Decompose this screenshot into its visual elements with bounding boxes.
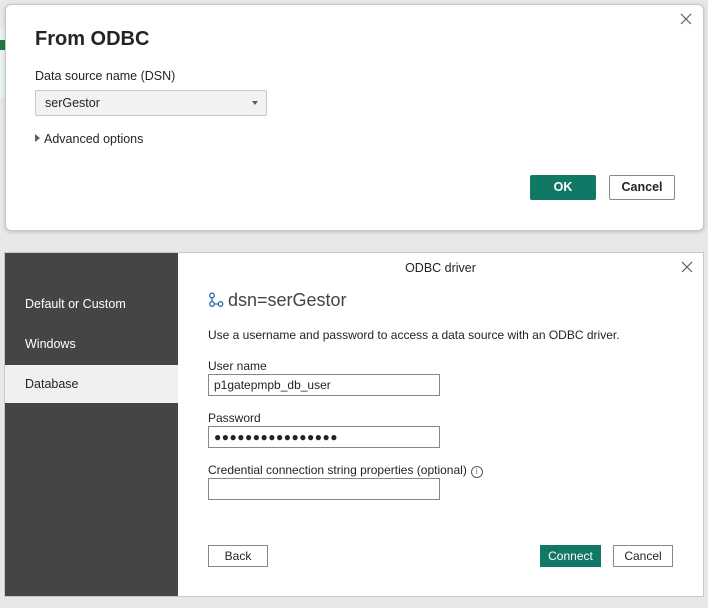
credential-input[interactable] [208, 478, 440, 500]
description-text: Use a username and password to access a … [208, 328, 620, 342]
credential-label-text: Credential connection string properties … [208, 463, 467, 477]
cancel-button[interactable]: Cancel [609, 175, 675, 200]
dialog-header: ODBC driver [405, 261, 476, 275]
advanced-options-label: Advanced options [44, 132, 144, 146]
advanced-options-toggle[interactable]: Advanced options [35, 132, 143, 146]
dialog-title: From ODBC [35, 28, 150, 50]
close-icon[interactable] [678, 11, 694, 27]
close-icon[interactable] [679, 259, 695, 275]
connect-button[interactable]: Connect [540, 545, 601, 567]
password-input[interactable]: ●●●●●●●●●●●●●●●● [208, 426, 440, 448]
auth-sidebar: Default or Custom Windows Database [5, 253, 178, 596]
username-input[interactable]: p1gatepmpb_db_user [208, 374, 440, 396]
username-label: User name [208, 359, 267, 373]
odbc-driver-dialog: Default or Custom Windows Database ODBC … [4, 252, 704, 597]
chevron-down-icon [252, 101, 258, 105]
ok-button[interactable]: OK [530, 175, 596, 200]
credential-label: Credential connection string properties … [208, 463, 483, 478]
nav-item-default-or-custom[interactable]: Default or Custom [5, 285, 178, 323]
connection-icon [209, 292, 224, 307]
dsn-title: dsn=serGestor [208, 290, 347, 311]
cancel-button[interactable]: Cancel [613, 545, 673, 567]
nav-item-windows[interactable]: Windows [5, 325, 178, 363]
info-icon[interactable]: i [470, 466, 483, 478]
dsn-dropdown[interactable]: serGestor [35, 90, 267, 116]
from-odbc-dialog: From ODBC Data source name (DSN) serGest… [5, 4, 704, 231]
dsn-title-text: dsn=serGestor [228, 290, 347, 310]
dsn-dropdown-value: serGestor [45, 96, 100, 110]
password-label: Password [208, 411, 261, 425]
back-button[interactable]: Back [208, 545, 268, 567]
chevron-right-icon [35, 134, 40, 142]
dsn-label: Data source name (DSN) [35, 69, 176, 83]
nav-item-database[interactable]: Database [5, 365, 178, 403]
